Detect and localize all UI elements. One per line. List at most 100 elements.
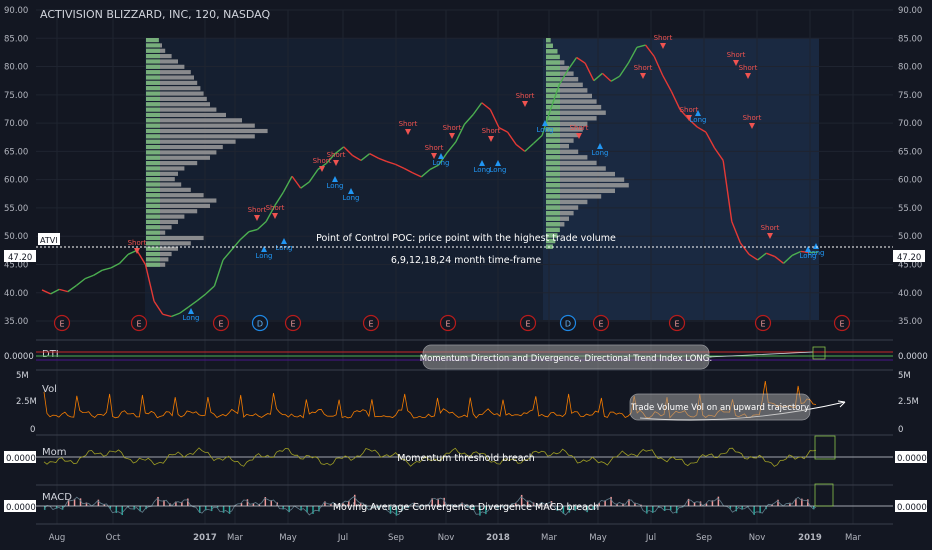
short-signal-label: Short — [743, 114, 762, 122]
volume-profile-bar-up — [146, 214, 160, 219]
volume-profile-bar-up — [146, 54, 160, 59]
volume-profile-bar-up — [146, 198, 160, 203]
macd-zero-label-left: 0.0000 — [6, 503, 36, 513]
volume-profile-bar-up — [546, 60, 560, 65]
mom-annotation: Momentum threshold breach — [397, 453, 535, 464]
volume-profile-bar-up — [546, 54, 560, 60]
volume-profile-bar-up — [146, 193, 160, 198]
x-tick-label: Mar — [541, 533, 558, 543]
y-tick-label-left: 65.00 — [4, 147, 28, 157]
x-tick-label: 2017 — [193, 533, 217, 543]
marker-label: D — [257, 320, 263, 329]
long-signal-label: Long — [343, 194, 360, 202]
mom-panel-title: Mom — [42, 447, 67, 458]
volume-profile-bar-up — [546, 166, 560, 171]
y-tick-label-right: 50.00 — [898, 232, 922, 242]
volume-profile-bar-up — [546, 43, 553, 48]
short-signal-label: Short — [399, 120, 418, 128]
long-signal-label: Long — [183, 314, 200, 322]
volume-profile-bar-up — [146, 251, 160, 257]
long-signal-label: Long — [490, 166, 507, 174]
short-signal-label: Short — [570, 124, 589, 132]
short-signal-label: Short — [680, 106, 699, 114]
y-tick-label-left: 35.00 — [4, 317, 28, 327]
long-signal-label: Long — [537, 126, 554, 134]
volume-profile-bar-up — [146, 166, 160, 171]
vol-ytick-5m: 5M — [16, 371, 29, 381]
y-tick-label-right: 65.00 — [898, 147, 922, 157]
short-signal-label: Short — [248, 206, 267, 214]
volume-profile-bar-up — [546, 104, 560, 110]
x-tick-label: Mar — [227, 533, 244, 543]
dti-zero-label-right: 0.0000 — [898, 352, 928, 362]
price-label-right: 47.20 — [897, 253, 921, 263]
price-label-left: 47.20 — [8, 253, 32, 263]
long-signal-label: Long — [256, 252, 273, 260]
vol-ytick-0: 0 — [30, 425, 35, 435]
marker-label: E — [368, 320, 373, 329]
vol-ytick-right-0: 0 — [898, 425, 903, 435]
poc-annotation: Point of Control POC: price point with t… — [316, 233, 616, 244]
marker-label: E — [760, 320, 765, 329]
volume-profile-bar-up — [146, 75, 160, 80]
volume-profile-bar-up — [546, 171, 560, 177]
x-tick-label: May — [589, 533, 607, 543]
x-tick-label: Aug — [49, 533, 66, 543]
volume-profile-bar-up — [146, 257, 160, 262]
volume-profile-bar-up — [146, 86, 160, 91]
volume-profile-bar-up — [546, 93, 560, 99]
y-tick-label-right: 80.00 — [898, 63, 922, 73]
mom-zero-label-right: 0.0000 — [897, 454, 927, 464]
y-tick-label-left: 70.00 — [4, 119, 28, 129]
long-signal-label: Long — [276, 244, 293, 252]
volume-profile-bar-up — [146, 241, 160, 246]
volume-profile-bar-up — [546, 177, 560, 182]
volume-profile-bar-up — [146, 230, 160, 235]
volume-profile-bar-up — [546, 71, 560, 76]
x-tick-label: Jul — [645, 533, 656, 543]
volume-profile-bar-up — [546, 160, 560, 166]
marker-label: E — [59, 320, 64, 329]
chart-title: ACTIVISION BLIZZARD, INC, 120, NASDAQ — [40, 8, 270, 21]
dti-callout: Momentum Direction and Divergence, Direc… — [420, 354, 712, 364]
y-tick-label-left: 50.00 — [4, 232, 28, 242]
long-signal-label: Long — [433, 159, 450, 167]
y-tick-label-left: 60.00 — [4, 176, 28, 186]
volume-profile-bar-up — [146, 139, 160, 144]
volume-profile-bar-up — [146, 70, 160, 75]
volume-profile-bar-up — [146, 177, 160, 182]
marker-label: E — [598, 320, 603, 329]
short-signal-label: Short — [634, 64, 653, 72]
y-tick-label-right: 85.00 — [898, 34, 922, 44]
volume-profile-bar-up — [146, 128, 160, 134]
volume-profile-bar-up — [146, 64, 160, 69]
x-tick-label: Nov — [749, 533, 766, 543]
volume-profile-bar-up — [546, 194, 560, 199]
volume-profile-bar-up — [146, 112, 160, 118]
y-tick-label-right: 35.00 — [898, 317, 922, 327]
long-signal-label: Long — [592, 149, 609, 157]
x-tick-label: Nov — [438, 533, 455, 543]
y-tick-label-left: 55.00 — [4, 204, 28, 214]
y-tick-label-right: 60.00 — [898, 176, 922, 186]
volume-profile-bar-up — [546, 138, 560, 143]
volume-profile-bar-up — [146, 80, 160, 85]
marker-label: E — [839, 320, 844, 329]
volume-profile-bar-up — [546, 227, 560, 233]
volume-profile-bar-up — [146, 48, 160, 53]
chart-canvas[interactable]: 90.00 85.00 80.00 75.00 70.00 65.00 60.00 55.00… — [0, 0, 932, 550]
long-signal-label: Long — [808, 249, 825, 257]
short-signal-label: Short — [761, 224, 780, 232]
macd-annotation: Moving Average Convergence Divergence MA… — [333, 502, 599, 513]
y-tick-label-right: 75.00 — [898, 91, 922, 101]
x-tick-label: Oct — [106, 533, 121, 543]
macd-zero-label-right: 0.0000 — [897, 503, 927, 513]
y-tick-label-left: 75.00 — [4, 91, 28, 101]
volume-profile-bar-up — [146, 155, 160, 160]
short-signal-label: Short — [266, 204, 285, 212]
volume-profile-bar-up — [146, 123, 160, 128]
short-signal-label: Short — [128, 239, 147, 247]
volume-profile-bar-up — [546, 77, 560, 82]
y-tick-label-right: 90.00 — [898, 6, 922, 16]
marker-label: E — [445, 320, 450, 329]
